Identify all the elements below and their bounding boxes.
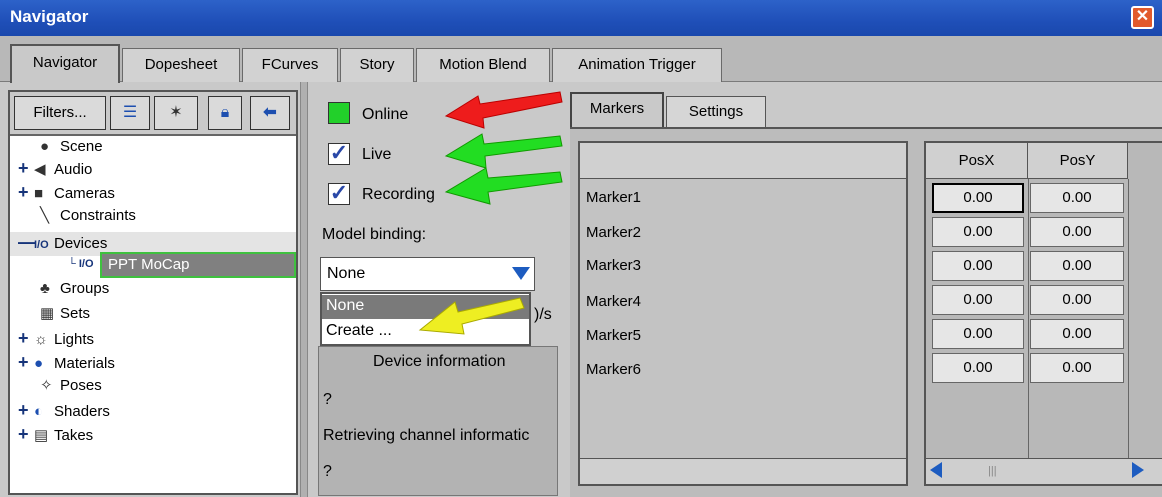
- annotation-arrow-green: [444, 167, 563, 205]
- annotation-arrow-red: [444, 91, 563, 129]
- annotation-arrow-green: [444, 133, 563, 169]
- annotation-arrows: [418, 91, 563, 335]
- annotation-arrow-yellow: [418, 297, 525, 335]
